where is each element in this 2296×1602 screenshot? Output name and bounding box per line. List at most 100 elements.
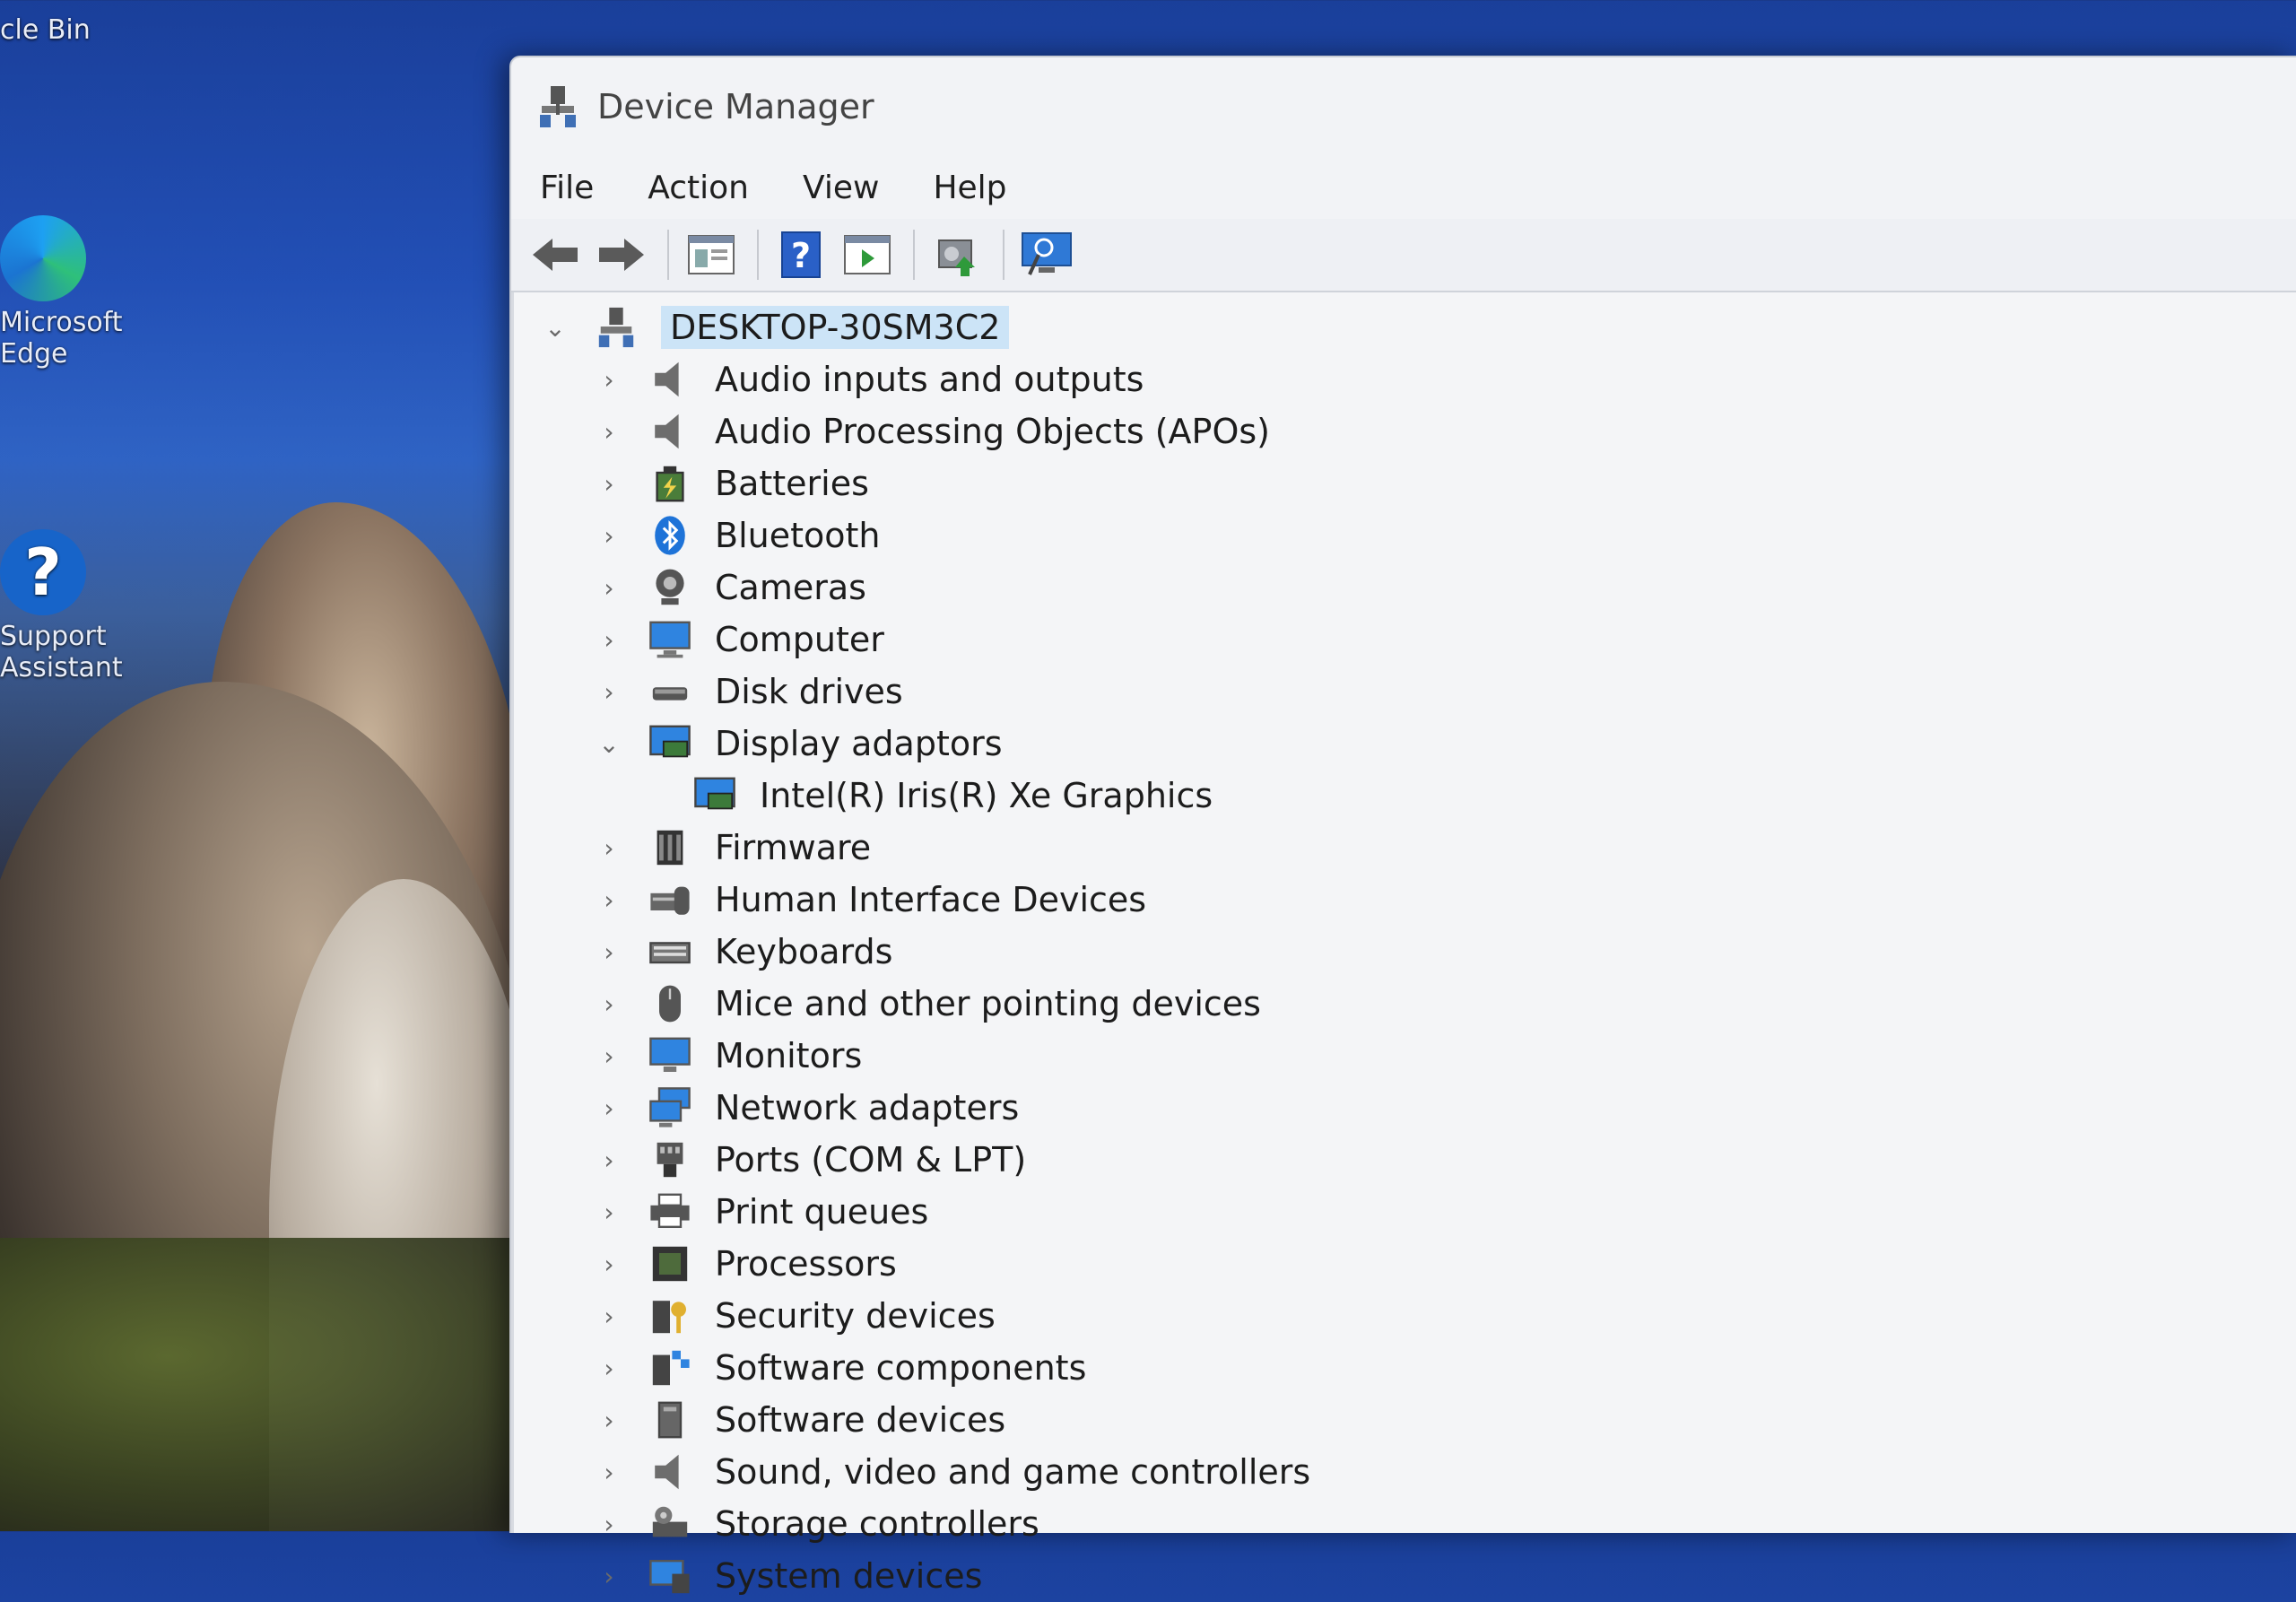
collapse-chevron-icon[interactable]: ⌄ (541, 313, 570, 343)
menu-action[interactable]: Action (646, 164, 751, 212)
tree-item-label: Monitors (715, 1036, 863, 1075)
tree-item-label: Batteries (715, 464, 869, 503)
desktop-icon-recycle-bin[interactable]: cle Bin (0, 9, 99, 46)
expand-chevron-icon[interactable]: › (595, 1197, 623, 1227)
mouse-icon (659, 985, 681, 1023)
update-driver-button[interactable] (929, 227, 985, 283)
tree-item-label: Bluetooth (715, 516, 881, 555)
tree-item-audio-inputs[interactable]: › Audio inputs and outputs (514, 353, 2296, 405)
scan-hardware-button[interactable] (1019, 227, 1074, 283)
software-component-icon (652, 1350, 690, 1386)
properties-icon (688, 235, 735, 274)
run-button[interactable] (839, 227, 895, 283)
expand-chevron-icon[interactable]: › (595, 1458, 623, 1487)
tree-item-batteries[interactable]: › Batteries (514, 457, 2296, 509)
menu-file[interactable]: File (538, 164, 596, 212)
tree-item-label: Processors (715, 1244, 897, 1284)
tree-item-disk-drives[interactable]: › Disk drives (514, 666, 2296, 718)
tree-item-display-adaptors[interactable]: ⌄ Display adaptors (514, 718, 2296, 770)
tree-item-label: Computer (715, 620, 884, 659)
expand-chevron-icon[interactable]: › (595, 1302, 623, 1331)
tree-item-monitors[interactable]: › Monitors (514, 1030, 2296, 1082)
menu-help[interactable]: Help (931, 164, 1008, 212)
hid-icon (650, 886, 690, 915)
tree-item-sound-video-game[interactable]: › Sound, video and game controllers (514, 1446, 2296, 1498)
expand-chevron-icon[interactable]: › (595, 1145, 623, 1175)
help-icon: ? (781, 231, 821, 278)
expand-chevron-icon[interactable]: › (595, 989, 623, 1019)
tree-item-security-devices[interactable]: › Security devices (514, 1290, 2296, 1342)
back-button[interactable] (527, 227, 583, 283)
expand-chevron-icon[interactable]: › (595, 521, 623, 551)
tree-item-label: Keyboards (715, 932, 893, 971)
expand-chevron-icon[interactable]: › (595, 677, 623, 707)
desktop-icon-edge[interactable]: Microsoft Edge (0, 215, 123, 370)
toolbar-separator (757, 230, 759, 280)
tree-item-bluetooth[interactable]: › Bluetooth (514, 509, 2296, 562)
expand-chevron-icon[interactable]: › (595, 1510, 623, 1539)
menu-view[interactable]: View (801, 164, 881, 212)
tree-item-audio-processing[interactable]: › Audio Processing Objects (APOs) (514, 405, 2296, 457)
display-adapter-icon (649, 725, 691, 758)
tree-item-label: Storage controllers (715, 1504, 1039, 1544)
expand-chevron-icon[interactable]: › (595, 1093, 623, 1123)
forward-button[interactable] (594, 227, 649, 283)
help-button[interactable]: ? (773, 227, 829, 283)
tree-item-system-devices[interactable]: › System devices (514, 1550, 2296, 1602)
expand-chevron-icon[interactable]: › (595, 1406, 623, 1435)
tree-item-label: Audio Processing Objects (APOs) (715, 412, 1270, 451)
tree-item-label: Network adapters (715, 1088, 1020, 1127)
expand-chevron-icon[interactable]: › (595, 1562, 623, 1591)
desktop-icon-label: Support Assistant (0, 621, 123, 683)
speaker-icon (655, 1454, 679, 1490)
tree-item-human-interface-devices[interactable]: › Human Interface Devices (514, 874, 2296, 926)
camera-icon (656, 569, 684, 605)
tree-root[interactable]: ⌄ DESKTOP-30SM3C2 (514, 301, 2296, 353)
tree-item-firmware[interactable]: › Firmware (514, 822, 2296, 874)
speaker-icon (655, 361, 679, 397)
tree-item-label: Display adaptors (715, 724, 1003, 763)
tree-item-processors[interactable]: › Processors (514, 1238, 2296, 1290)
tree-item-keyboards[interactable]: › Keyboards (514, 926, 2296, 978)
speaker-icon (655, 414, 679, 449)
tree-item-mice[interactable]: › Mice and other pointing devices (514, 978, 2296, 1030)
tree-item-network-adapters[interactable]: › Network adapters (514, 1082, 2296, 1134)
expand-chevron-icon[interactable]: › (595, 469, 623, 499)
tree-item-label: Mice and other pointing devices (715, 984, 1261, 1023)
tree-item-ports[interactable]: › Ports (COM & LPT) (514, 1134, 2296, 1186)
tree-item-storage-controllers[interactable]: › Storage controllers (514, 1498, 2296, 1550)
tree-item-intel-iris-xe[interactable]: Intel(R) Iris(R) Xe Graphics (514, 770, 2296, 822)
expand-chevron-icon[interactable]: › (595, 625, 623, 655)
expand-chevron-icon[interactable]: › (595, 1354, 623, 1383)
forward-icon (599, 239, 644, 271)
expand-chevron-icon[interactable]: › (595, 365, 623, 395)
edge-icon (0, 215, 86, 301)
tree-item-label: Disk drives (715, 672, 903, 711)
expand-chevron-icon[interactable]: › (595, 417, 623, 447)
tree-item-print-queues[interactable]: › Print queues (514, 1186, 2296, 1238)
printer-icon (650, 1193, 690, 1228)
title-bar[interactable]: Device Manager (511, 57, 2296, 156)
tree-item-label: Firmware (715, 828, 872, 867)
expand-chevron-icon[interactable]: › (595, 1249, 623, 1279)
device-manager-icon (540, 86, 576, 127)
collapse-chevron-icon[interactable]: ⌄ (595, 729, 623, 759)
desktop-icon-support-assistant[interactable]: ? Support Assistant (0, 529, 123, 683)
network-icon (649, 1087, 691, 1127)
properties-button[interactable] (683, 227, 739, 283)
tree-item-computer[interactable]: › Computer (514, 614, 2296, 666)
toolbar: ? (511, 219, 2296, 292)
tree-item-cameras[interactable]: › Cameras (514, 562, 2296, 614)
expand-chevron-icon[interactable]: › (595, 1041, 623, 1071)
system-icon (649, 1560, 690, 1594)
tree-item-software-devices[interactable]: › Software devices (514, 1394, 2296, 1446)
expand-chevron-icon[interactable]: › (595, 937, 623, 967)
menu-bar: File Action View Help (511, 156, 2296, 219)
expand-chevron-icon[interactable]: › (595, 885, 623, 915)
expand-chevron-icon[interactable]: › (595, 833, 623, 863)
desktop-icon-label: cle Bin (0, 14, 91, 46)
tree-item-software-components[interactable]: › Software components (514, 1342, 2296, 1394)
expand-chevron-icon[interactable]: › (595, 573, 623, 603)
toolbar-separator (1003, 230, 1004, 280)
window-title: Device Manager (597, 87, 874, 126)
